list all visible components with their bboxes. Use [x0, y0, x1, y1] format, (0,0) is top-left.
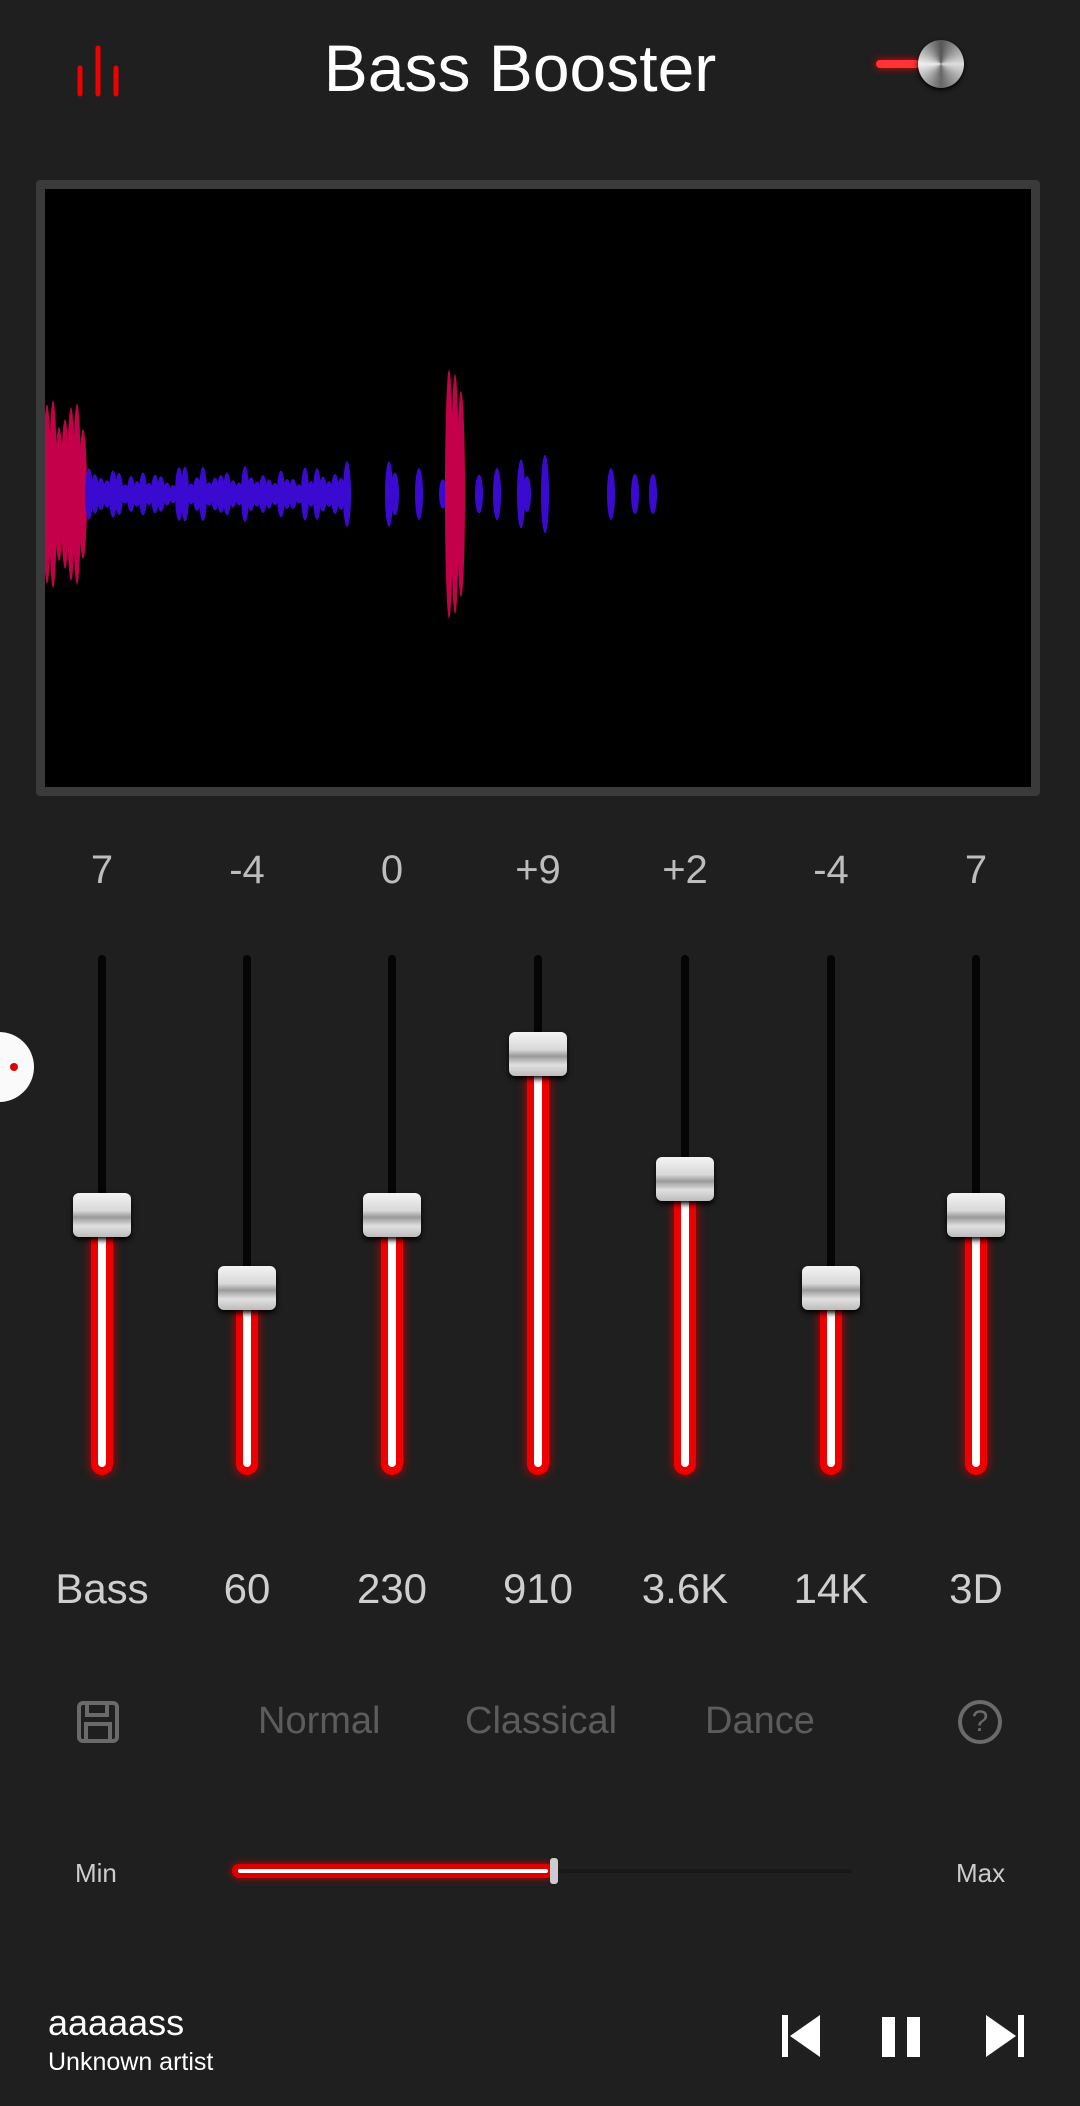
band-slider-thumb[interactable]: [947, 1193, 1005, 1237]
band-slider-fill: [527, 1053, 549, 1475]
band-slider-thumb[interactable]: [73, 1193, 131, 1237]
band-slider-thumb[interactable]: [656, 1156, 714, 1201]
band-slider-thumb[interactable]: [218, 1265, 276, 1310]
volume-min-label: Min: [75, 1858, 117, 1888]
waveform-segment: [631, 474, 639, 514]
preset-classical[interactable]: Classical: [465, 1700, 617, 1743]
previous-button[interactable]: [782, 2015, 822, 2057]
band-slider-thumb[interactable]: [509, 1031, 567, 1076]
band-value: 7: [90, 848, 114, 892]
waveform-segment: [391, 472, 399, 516]
power-toggle-icon[interactable]: [876, 38, 966, 90]
band-label: Bass: [55, 1565, 149, 1612]
waveform-segment: [475, 474, 483, 514]
band-slider-fill: [674, 1178, 696, 1475]
waveform-segment: [343, 461, 351, 527]
band-label: 3D: [949, 1565, 1003, 1612]
waveform-segment: [541, 454, 549, 534]
band-slider-fill: [381, 1215, 403, 1475]
band-slider-fill: [965, 1215, 987, 1475]
preset-normal[interactable]: Normal: [258, 1700, 380, 1743]
band-slider-thumb[interactable]: [363, 1193, 421, 1237]
band-value: 0: [380, 848, 404, 892]
band-slider-fill: [236, 1287, 258, 1475]
save-preset-button[interactable]: [76, 1700, 120, 1744]
next-button[interactable]: [986, 2015, 1026, 2057]
band-value: 7: [964, 848, 988, 892]
waveform-segment: [607, 468, 615, 520]
volume-max-label: Max: [956, 1858, 1006, 1888]
preset-dance[interactable]: Dance: [705, 1700, 815, 1743]
band-value: +2: [662, 848, 708, 892]
band-value: +9: [515, 848, 561, 892]
audio-visualizer: [36, 180, 1040, 796]
waveform-segment: [493, 468, 501, 520]
waveform-segment: [649, 474, 657, 514]
pause-button[interactable]: [882, 2017, 922, 2057]
band-label: 910: [502, 1565, 574, 1612]
band-value: -4: [229, 848, 265, 892]
band-label: 3.6K: [641, 1565, 729, 1612]
help-circle-icon[interactable]: ?: [958, 1700, 1002, 1744]
waveform-segment: [523, 475, 531, 513]
band-label: 60: [223, 1565, 271, 1612]
band-slider-thumb[interactable]: [802, 1265, 860, 1310]
volume-slider[interactable]: [232, 1858, 852, 1884]
band-label: 14K: [793, 1565, 869, 1612]
track-title: aaaaass: [48, 2002, 185, 2043]
waveform-segment: [457, 391, 465, 597]
track-artist: Unknown artist: [48, 2048, 214, 2076]
side-handle[interactable]: [0, 1032, 34, 1102]
band-value: -4: [813, 848, 849, 892]
waveform-segment: [415, 468, 423, 520]
band-slider-fill: [820, 1287, 842, 1475]
band-slider-fill: [91, 1215, 113, 1475]
band-label: 230: [356, 1565, 428, 1612]
